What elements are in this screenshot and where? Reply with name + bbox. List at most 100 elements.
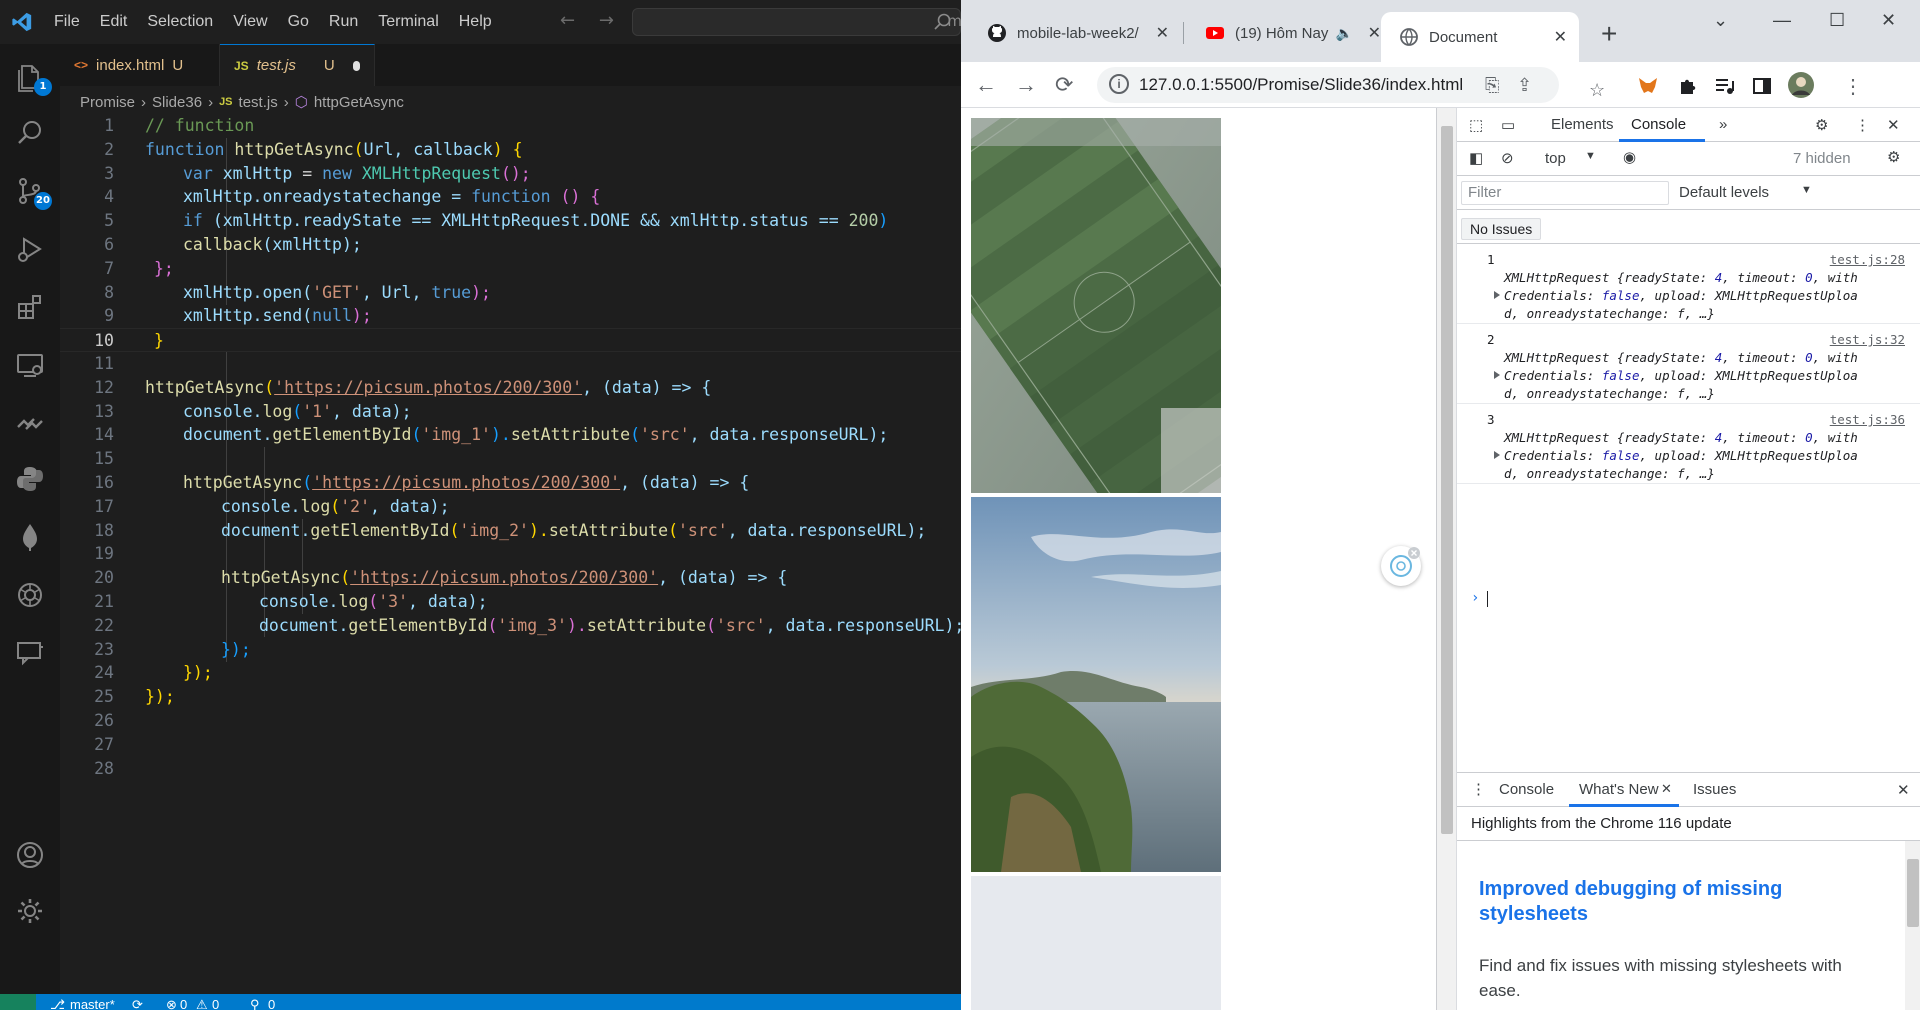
- close-drawer-tab-icon[interactable]: ✕: [1661, 781, 1672, 797]
- maximize-icon[interactable]: ☐: [1829, 10, 1845, 31]
- log-source-link[interactable]: test.js:32: [1830, 332, 1905, 347]
- close-window-icon[interactable]: ✕: [1881, 10, 1896, 31]
- minimize-icon[interactable]: —: [1773, 10, 1791, 31]
- sync-icon[interactable]: ⟳: [132, 994, 143, 1010]
- scrollbar-thumb[interactable]: [1907, 859, 1919, 927]
- ports-count[interactable]: 0: [268, 994, 275, 1010]
- log-entry[interactable]: 1 test.js:28 XMLHttpRequest {readyState:…: [1457, 244, 1920, 324]
- log-entry[interactable]: 2 test.js:32 XMLHttpRequest {readyState:…: [1457, 324, 1920, 404]
- back-icon[interactable]: ←: [975, 72, 997, 98]
- extensions-icon[interactable]: [0, 282, 60, 332]
- devtools-settings-gear-icon[interactable]: ⚙: [1815, 116, 1828, 134]
- more-tabs-chevron-icon[interactable]: »: [1719, 116, 1727, 133]
- log-object-preview[interactable]: XMLHttpRequest {readyState: 4, timeout: …: [1504, 269, 1909, 323]
- code-link[interactable]: 'https://picsum.photos/200/300': [312, 473, 620, 492]
- menu-selection[interactable]: Selection: [137, 13, 223, 31]
- tab-console[interactable]: Console: [1631, 116, 1686, 133]
- drawer-tab-whats-new[interactable]: What's New: [1579, 781, 1659, 798]
- expand-triangle-icon[interactable]: [1494, 371, 1500, 379]
- comments-icon[interactable]: [0, 628, 60, 678]
- translate-icon[interactable]: ⎘: [1485, 75, 1499, 96]
- close-drawer-icon[interactable]: ✕: [1897, 781, 1910, 799]
- explorer-icon[interactable]: 1: [0, 52, 60, 102]
- chatgpt-icon[interactable]: [0, 570, 60, 620]
- media-controls-icon[interactable]: [1713, 75, 1735, 97]
- device-toolbar-icon[interactable]: ▭: [1501, 116, 1515, 134]
- tab-elements[interactable]: Elements: [1551, 116, 1614, 133]
- error-count[interactable]: 0: [180, 994, 187, 1010]
- branch-name[interactable]: master*: [70, 994, 115, 1010]
- expand-triangle-icon[interactable]: [1494, 291, 1500, 299]
- source-control-icon[interactable]: 20: [0, 166, 60, 216]
- search-sidebar-icon[interactable]: [0, 108, 60, 158]
- new-tab-plus-icon[interactable]: +: [1601, 18, 1617, 50]
- breadcrumb-folder[interactable]: Slide36: [152, 94, 202, 111]
- drawer-tab-issues[interactable]: Issues: [1693, 781, 1736, 798]
- accounts-icon[interactable]: [0, 830, 60, 880]
- context-selector[interactable]: top: [1545, 150, 1566, 167]
- audio-playing-icon[interactable]: 🔈: [1336, 25, 1353, 42]
- chrome-menu-icon[interactable]: ⋮: [1843, 74, 1863, 99]
- live-expression-eye-icon[interactable]: ◉: [1623, 148, 1636, 166]
- warning-count[interactable]: 0: [212, 994, 219, 1010]
- tab-index-html[interactable]: <> index.html U: [60, 44, 220, 86]
- live-share-icon[interactable]: [0, 398, 60, 448]
- console-settings-gear-icon[interactable]: ⚙: [1887, 148, 1900, 166]
- clear-console-icon[interactable]: ⊘: [1501, 149, 1514, 167]
- chatgpt-float-button[interactable]: [1381, 546, 1421, 586]
- address-url[interactable]: 127.0.0.1:5500/Promise/Slide36/index.htm…: [1139, 75, 1463, 95]
- close-tab-icon[interactable]: ✕: [1554, 27, 1567, 47]
- drawer-tab-console[interactable]: Console: [1499, 781, 1554, 798]
- tab-search-chevron-icon[interactable]: ⌄: [1713, 10, 1728, 31]
- whats-new-link-title[interactable]: Improved debugging of missing stylesheet…: [1479, 877, 1809, 927]
- code-editor[interactable]: 1// function 2 function httpGetAsync(Url,…: [60, 114, 961, 994]
- site-info-icon[interactable]: i: [1109, 74, 1129, 94]
- log-levels-dropdown[interactable]: Default levels: [1679, 184, 1769, 201]
- log-object-preview[interactable]: XMLHttpRequest {readyState: 4, timeout: …: [1504, 349, 1909, 403]
- menu-help[interactable]: Help: [449, 13, 502, 31]
- remote-indicator-icon[interactable]: [0, 994, 36, 1010]
- log-source-link[interactable]: test.js:36: [1830, 412, 1905, 427]
- forward-arrow-icon[interactable]: →: [599, 10, 614, 31]
- inspect-element-icon[interactable]: ⬚: [1469, 116, 1483, 134]
- tab-document[interactable]: Document ✕: [1381, 12, 1579, 62]
- code-link[interactable]: 'https://picsum.photos/200/300': [274, 378, 582, 397]
- menu-go[interactable]: Go: [278, 13, 319, 31]
- close-devtools-icon[interactable]: ✕: [1887, 116, 1900, 134]
- close-tab-icon[interactable]: ✕: [1156, 23, 1169, 43]
- log-source-link[interactable]: test.js:28: [1830, 252, 1905, 267]
- address-bar[interactable]: i 127.0.0.1:5500/Promise/Slide36/index.h…: [1097, 67, 1559, 103]
- levels-dropdown-icon[interactable]: ▼: [1801, 184, 1812, 196]
- back-arrow-icon[interactable]: ←: [560, 10, 575, 31]
- menu-view[interactable]: View: [223, 13, 277, 31]
- console-input-caret[interactable]: [1487, 591, 1488, 607]
- devtools-more-icon[interactable]: ⋮: [1855, 116, 1870, 134]
- no-issues-button[interactable]: No Issues: [1461, 218, 1542, 240]
- python-icon[interactable]: [0, 454, 60, 504]
- drawer-menu-icon[interactable]: ⋮: [1471, 780, 1486, 798]
- side-panel-icon[interactable]: [1751, 75, 1773, 97]
- expand-triangle-icon[interactable]: [1494, 451, 1500, 459]
- drawer-scrollbar[interactable]: [1905, 841, 1920, 1010]
- mongodb-icon[interactable]: [0, 512, 60, 562]
- code-link[interactable]: 'https://picsum.photos/200/300': [350, 568, 658, 587]
- reload-icon[interactable]: ⟳: [1055, 72, 1073, 98]
- breadcrumb-folder[interactable]: Promise: [80, 94, 135, 111]
- forward-icon[interactable]: →: [1015, 72, 1037, 98]
- share-icon[interactable]: ⇪: [1517, 75, 1532, 96]
- bookmark-star-icon[interactable]: ☆: [1589, 80, 1605, 101]
- console-filter-input[interactable]: Filter: [1461, 181, 1669, 205]
- tab-youtube[interactable]: (19) Hôm Nay 🔈 ✕: [1187, 12, 1393, 54]
- log-entry[interactable]: 3 test.js:36 XMLHttpRequest {readyState:…: [1457, 404, 1920, 484]
- scrollbar-thumb[interactable]: [1441, 126, 1453, 834]
- menu-edit[interactable]: Edit: [90, 13, 138, 31]
- log-object-preview[interactable]: XMLHttpRequest {readyState: 4, timeout: …: [1504, 429, 1909, 483]
- profile-avatar[interactable]: [1787, 71, 1815, 99]
- close-tab-icon[interactable]: ✕: [1368, 23, 1381, 43]
- sidebar-toggle-icon[interactable]: ◧: [1469, 149, 1483, 167]
- extensions-puzzle-icon[interactable]: [1677, 75, 1699, 97]
- context-dropdown-icon[interactable]: ▼: [1585, 150, 1596, 162]
- tab-test-js[interactable]: JS test.js U: [220, 44, 375, 86]
- devtools-scrollbar[interactable]: [1437, 108, 1457, 1010]
- remote-explorer-icon[interactable]: [0, 340, 60, 390]
